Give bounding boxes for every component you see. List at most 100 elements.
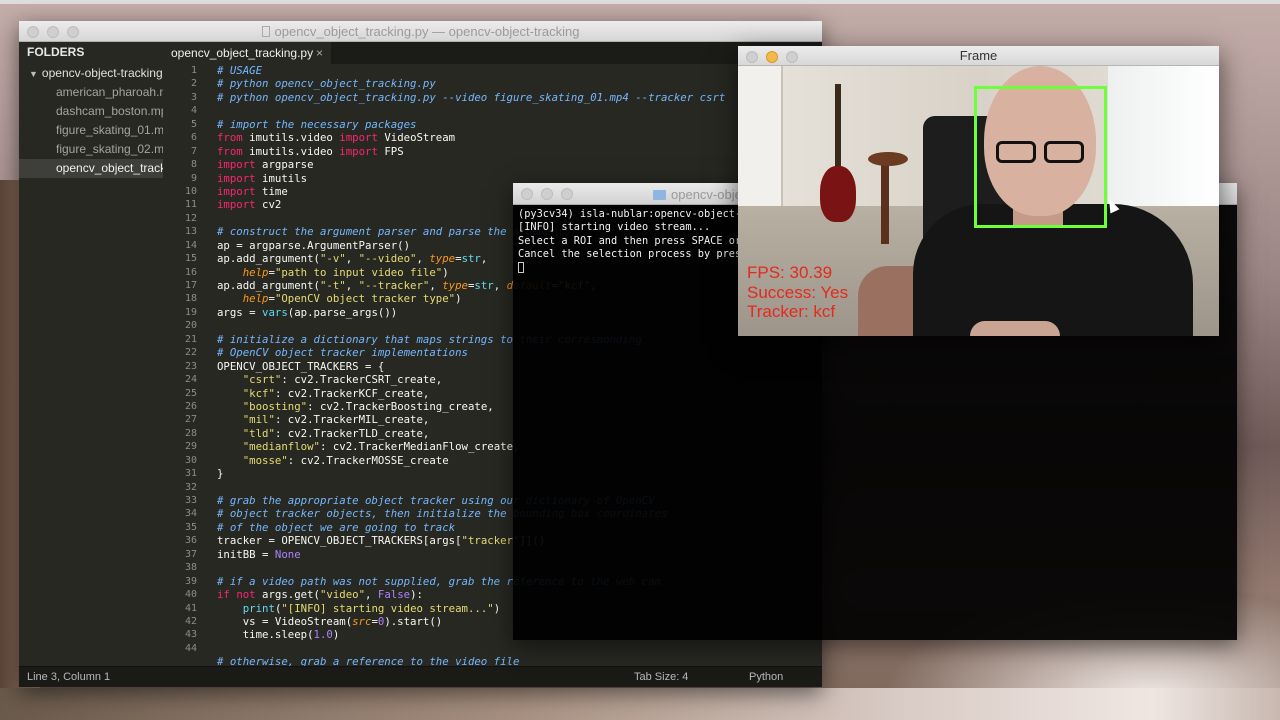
code-token: # otherwise, grab a reference to the vid… xyxy=(217,655,520,666)
code-token: VideoStream xyxy=(377,131,456,145)
code-line[interactable]: from imutils.video import VideoStream xyxy=(203,131,822,144)
line-number: 9 xyxy=(190,172,197,184)
code-line[interactable]: # USAGE xyxy=(203,64,822,77)
code-token: "tld" xyxy=(242,426,275,440)
code-line[interactable]: # python opencv_object_tracking.py --vid… xyxy=(203,91,822,104)
code-token: import xyxy=(217,184,256,198)
line-number: 21 xyxy=(184,333,197,345)
code-token: args = xyxy=(217,305,263,319)
code-token: # of the object we are going to track xyxy=(217,520,456,534)
line-number: 40 xyxy=(184,589,197,601)
line-number: 31 xyxy=(184,468,197,480)
sidebar-file[interactable]: american_pharoah.mp4 xyxy=(19,83,163,102)
line-number: 29 xyxy=(184,441,197,453)
line-number: 39 xyxy=(184,575,197,587)
sidebar-folder-opencv-object-tracking[interactable]: ▼ opencv-object-tracking xyxy=(19,64,163,83)
tab-opencv-object-tracking[interactable]: opencv_object_tracking.py × xyxy=(163,42,331,64)
sidebar-file[interactable]: figure_skating_01.mp4 xyxy=(19,121,163,140)
line-number: 19 xyxy=(184,306,197,318)
code-line[interactable]: # import the necessary packages xyxy=(203,118,822,131)
terminal-minimize-button[interactable] xyxy=(541,188,553,200)
code-line[interactable]: import argparse xyxy=(203,158,822,171)
webcam-video-feed[interactable]: FPS: 30.39 Success: Yes Tracker: kcf xyxy=(738,66,1219,336)
editor-titlebar[interactable]: opencv_object_tracking.py — opencv-objec… xyxy=(19,21,822,42)
code-token: "-t" xyxy=(319,279,346,292)
terminal-zoom-button[interactable] xyxy=(561,188,573,200)
sidebar-file[interactable]: dashcam_boston.mp4 xyxy=(19,102,163,121)
line-number: 43 xyxy=(184,629,197,641)
code-token: vs = VideoStream( xyxy=(217,614,353,628)
code-token: if xyxy=(217,588,230,602)
code-token: : cv2.TrackerBoosting_create, xyxy=(307,399,494,413)
side-table-leg xyxy=(881,164,889,244)
code-line[interactable] xyxy=(203,104,822,117)
code-line[interactable] xyxy=(203,642,822,655)
code-token: "OpenCV object tracker type" xyxy=(274,292,456,306)
code-token: ap.add_argument( xyxy=(217,252,320,266)
line-number: 20 xyxy=(184,320,197,332)
line-number: 17 xyxy=(184,280,197,291)
code-line[interactable]: from imutils.video import FPS xyxy=(203,145,822,158)
code-token: initBB = xyxy=(217,547,275,561)
code-token: "[INFO] starting video stream..." xyxy=(281,601,494,615)
line-number: 12 xyxy=(184,212,197,224)
code-token: FPS xyxy=(377,144,404,158)
terminal-cursor xyxy=(518,261,524,273)
line-number: 33 xyxy=(184,495,197,506)
guitar-neck xyxy=(835,84,841,170)
code-token: ) xyxy=(442,265,449,279)
room-window xyxy=(1108,66,1219,226)
line-number: 41 xyxy=(184,602,197,614)
tab-size-indicator[interactable]: Tab Size: 4 xyxy=(634,667,688,688)
terminal-close-button[interactable] xyxy=(521,188,533,200)
code-token: type xyxy=(442,279,468,292)
code-token: ap = argparse.ArgumentParser() xyxy=(217,238,411,252)
line-number-gutter: 1 2 3 4 5 6 7 8 9 10 11 12 13 14 15 16 17 18 19 20 21 22 23 24 2… xyxy=(163,64,203,666)
code-line[interactable]: # python opencv_object_tracking.py xyxy=(203,77,822,90)
code-token: str xyxy=(461,252,481,266)
sidebar-file-active[interactable]: opencv_object_tracking.py xyxy=(19,159,163,178)
line-number: 24 xyxy=(184,374,197,386)
cursor-position[interactable]: Line 3, Column 1 xyxy=(27,667,110,688)
sidebar-file[interactable]: figure_skating_02.mp4 xyxy=(19,140,163,159)
code-token: : cv2.TrackerTLD_create, xyxy=(274,426,430,440)
line-number: 8 xyxy=(190,159,197,171)
code-token: time.sleep( xyxy=(217,628,314,642)
code-token: ap.add_argument( xyxy=(217,279,320,292)
code-token: ) xyxy=(332,628,340,642)
code-line[interactable]: # otherwise, grab a reference to the vid… xyxy=(203,655,822,666)
code-token: , xyxy=(365,588,378,602)
tab-close-icon[interactable]: × xyxy=(316,42,323,64)
code-token: imutils.video xyxy=(242,131,340,145)
code-token: , xyxy=(493,279,507,292)
line-number: 14 xyxy=(184,239,197,251)
line-number: 28 xyxy=(184,427,197,439)
line-number: 36 xyxy=(184,535,197,547)
frame-window-title: Frame xyxy=(959,48,998,63)
code-token: time xyxy=(255,184,288,198)
code-token: ).start() xyxy=(384,614,443,628)
code-token: # import the necessary packages xyxy=(217,117,417,131)
code-token: import xyxy=(217,158,256,172)
sidebar-folder-label: opencv-object-tracking xyxy=(41,66,163,80)
code-token: help xyxy=(242,292,269,306)
code-token: : cv2.TrackerMedianFlow_create, xyxy=(319,440,520,454)
guitar xyxy=(820,166,856,222)
syntax-indicator[interactable]: Python xyxy=(749,667,783,688)
code-token: : cv2.TrackerKCF_create, xyxy=(274,386,430,400)
line-number: 34 xyxy=(184,508,197,520)
code-token: tracker = OPENCV_OBJECT_TRACKERS[args[ xyxy=(217,534,462,548)
line-number: 13 xyxy=(184,226,197,238)
code-token: "tracker" xyxy=(461,534,520,548)
desktop-wallpaper-bottom xyxy=(0,688,1280,720)
frame-titlebar[interactable]: Frame xyxy=(738,46,1219,66)
code-token: , xyxy=(345,252,359,266)
line-number: 2 xyxy=(190,78,197,90)
line-number: 7 xyxy=(190,145,197,157)
folder-expanded-icon[interactable]: ▼ xyxy=(29,65,38,84)
code-token: # OpenCV object tracker implementations xyxy=(217,346,468,360)
